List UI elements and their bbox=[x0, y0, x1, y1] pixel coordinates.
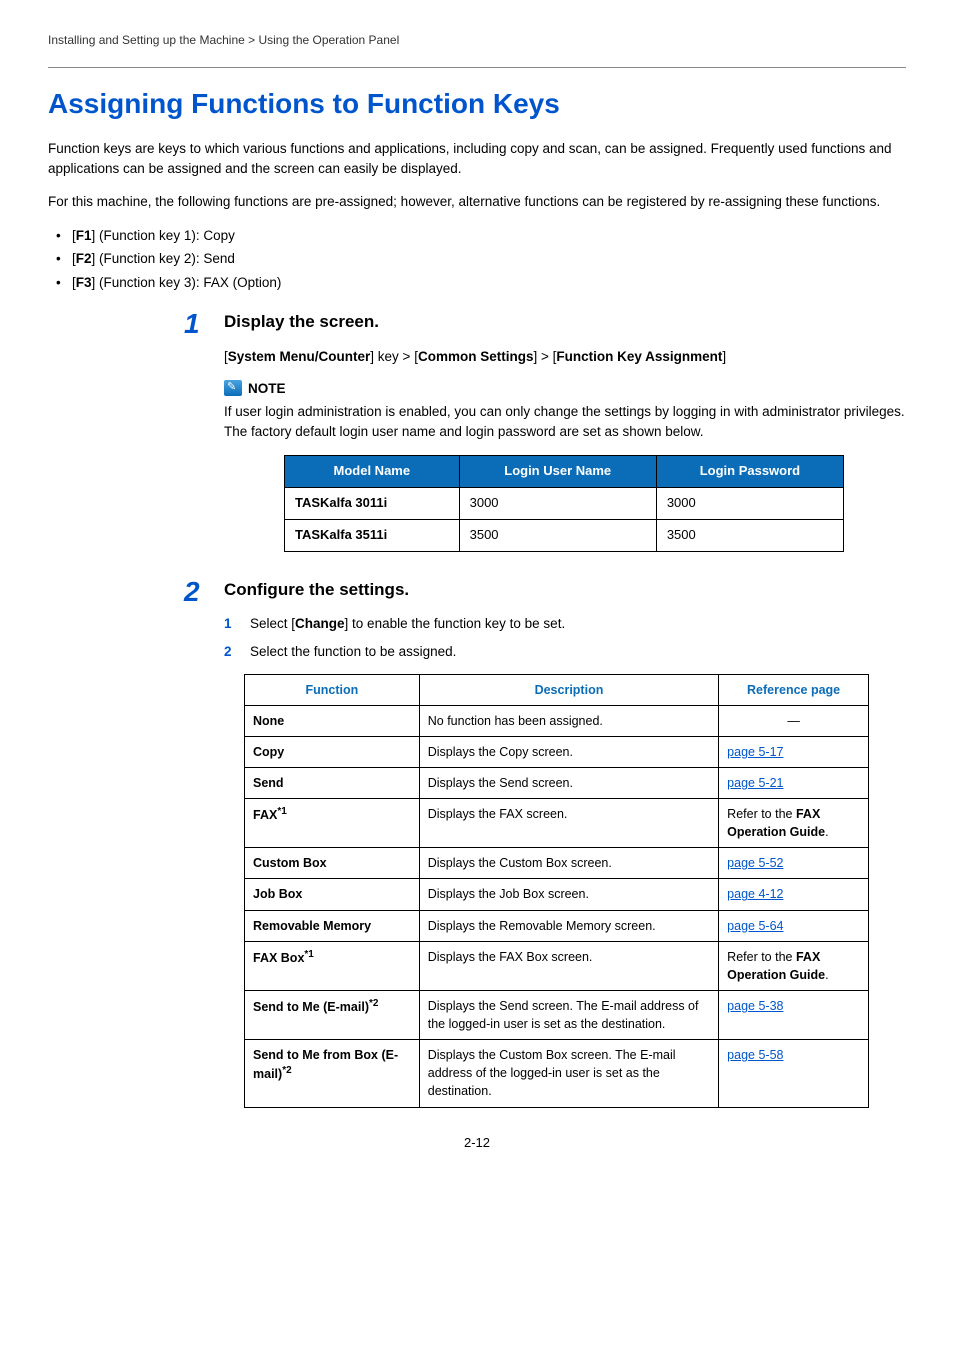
description-cell: Displays the Send screen. bbox=[419, 767, 718, 798]
table-row: Job BoxDisplays the Job Box screen. page … bbox=[245, 879, 869, 910]
page-link[interactable]: page 5-52 bbox=[727, 856, 783, 870]
function-key-item: [F2] (Function key 2): Send bbox=[48, 249, 906, 269]
table-header: Function bbox=[245, 674, 420, 705]
function-cell: Job Box bbox=[245, 879, 420, 910]
reference-cell: Refer to the FAX Operation Guide. bbox=[719, 941, 869, 990]
table-row: FAX Box*1Displays the FAX Box screen.Ref… bbox=[245, 941, 869, 990]
table-row: SendDisplays the Send screen. page 5-21 bbox=[245, 767, 869, 798]
page-number: 2-12 bbox=[48, 1134, 906, 1153]
reference-cell: page 4-12 bbox=[719, 879, 869, 910]
function-cell: FAX*1 bbox=[245, 799, 420, 848]
table-row: Send to Me (E-mail)*2Displays the Send s… bbox=[245, 990, 869, 1039]
step-number-icon: 1 bbox=[184, 304, 200, 345]
description-cell: No function has been assigned. bbox=[419, 705, 718, 736]
table-header: Description bbox=[419, 674, 718, 705]
function-cell: Send bbox=[245, 767, 420, 798]
substep-number: 1 bbox=[224, 614, 232, 634]
page-title: Assigning Functions to Function Keys bbox=[48, 84, 906, 125]
note-text: If user login administration is enabled,… bbox=[224, 402, 906, 441]
table-row: TASKalfa 3511i 3500 3500 bbox=[285, 519, 844, 551]
breadcrumb: Installing and Setting up the Machine > … bbox=[48, 32, 906, 49]
function-cell: Send to Me from Box (E-mail)*2 bbox=[245, 1040, 420, 1107]
step-2: 2 Configure the settings. 1 Select [Chan… bbox=[224, 578, 906, 1108]
login-credentials-table: Model Name Login User Name Login Passwor… bbox=[284, 455, 844, 552]
description-cell: Displays the Job Box screen. bbox=[419, 879, 718, 910]
table-row: FAX*1Displays the FAX screen.Refer to th… bbox=[245, 799, 869, 848]
substep-number: 2 bbox=[224, 642, 232, 662]
table-row: Custom BoxDisplays the Custom Box screen… bbox=[245, 848, 869, 879]
reference-cell: page 5-58 bbox=[719, 1040, 869, 1107]
divider bbox=[48, 67, 906, 68]
table-row: NoneNo function has been assigned.— bbox=[245, 705, 869, 736]
function-cell: None bbox=[245, 705, 420, 736]
function-key-list: [F1] (Function key 1): Copy [F2] (Functi… bbox=[48, 226, 906, 293]
table-header: Login Password bbox=[656, 456, 843, 488]
page-link[interactable]: page 5-17 bbox=[727, 745, 783, 759]
description-cell: Displays the Custom Box screen. bbox=[419, 848, 718, 879]
intro-paragraph-2: For this machine, the following function… bbox=[48, 192, 906, 212]
reference-cell: page 5-64 bbox=[719, 910, 869, 941]
description-cell: Displays the Send screen. The E-mail add… bbox=[419, 990, 718, 1039]
table-row: CopyDisplays the Copy screen. page 5-17 bbox=[245, 736, 869, 767]
table-row: TASKalfa 3011i 3000 3000 bbox=[285, 488, 844, 520]
page-link[interactable]: page 5-58 bbox=[727, 1048, 783, 1062]
description-cell: Displays the Removable Memory screen. bbox=[419, 910, 718, 941]
step-1-title: Display the screen. bbox=[224, 310, 906, 335]
menu-path: [System Menu/Counter] key > [Common Sett… bbox=[224, 347, 906, 367]
description-cell: Displays the Custom Box screen. The E-ma… bbox=[419, 1040, 718, 1107]
function-cell: FAX Box*1 bbox=[245, 941, 420, 990]
description-cell: Displays the Copy screen. bbox=[419, 736, 718, 767]
table-header: Model Name bbox=[285, 456, 460, 488]
step-number-icon: 2 bbox=[184, 572, 200, 613]
reference-cell: page 5-17 bbox=[719, 736, 869, 767]
page-link[interactable]: page 5-21 bbox=[727, 776, 783, 790]
page-link[interactable]: page 5-38 bbox=[727, 999, 783, 1013]
function-cell: Custom Box bbox=[245, 848, 420, 879]
table-row: Removable MemoryDisplays the Removable M… bbox=[245, 910, 869, 941]
intro-paragraph-1: Function keys are keys to which various … bbox=[48, 139, 906, 178]
reference-cell: page 5-52 bbox=[719, 848, 869, 879]
note-block: NOTE If user login administration is ena… bbox=[224, 379, 906, 442]
table-header: Reference page bbox=[719, 674, 869, 705]
step-2-title: Configure the settings. bbox=[224, 578, 906, 603]
page-link[interactable]: page 4-12 bbox=[727, 887, 783, 901]
function-cell: Copy bbox=[245, 736, 420, 767]
function-cell: Removable Memory bbox=[245, 910, 420, 941]
reference-cell: page 5-21 bbox=[719, 767, 869, 798]
reference-cell: Refer to the FAX Operation Guide. bbox=[719, 799, 869, 848]
description-cell: Displays the FAX Box screen. bbox=[419, 941, 718, 990]
reference-cell: page 5-38 bbox=[719, 990, 869, 1039]
function-assignment-table: Function Description Reference page None… bbox=[244, 674, 869, 1108]
function-key-item: [F1] (Function key 1): Copy bbox=[48, 226, 906, 246]
substep-item: 2 Select the function to be assigned. bbox=[224, 642, 906, 662]
function-cell: Send to Me (E-mail)*2 bbox=[245, 990, 420, 1039]
substep-list: 1 Select [Change] to enable the function… bbox=[224, 614, 906, 661]
reference-cell: — bbox=[719, 705, 869, 736]
page-link[interactable]: page 5-64 bbox=[727, 919, 783, 933]
function-key-item: [F3] (Function key 3): FAX (Option) bbox=[48, 273, 906, 293]
description-cell: Displays the FAX screen. bbox=[419, 799, 718, 848]
note-icon bbox=[224, 380, 242, 396]
step-1: 1 Display the screen. [System Menu/Count… bbox=[224, 310, 906, 551]
substep-item: 1 Select [Change] to enable the function… bbox=[224, 614, 906, 634]
table-header: Login User Name bbox=[459, 456, 656, 488]
note-label: NOTE bbox=[248, 379, 286, 399]
table-row: Send to Me from Box (E-mail)*2Displays t… bbox=[245, 1040, 869, 1107]
